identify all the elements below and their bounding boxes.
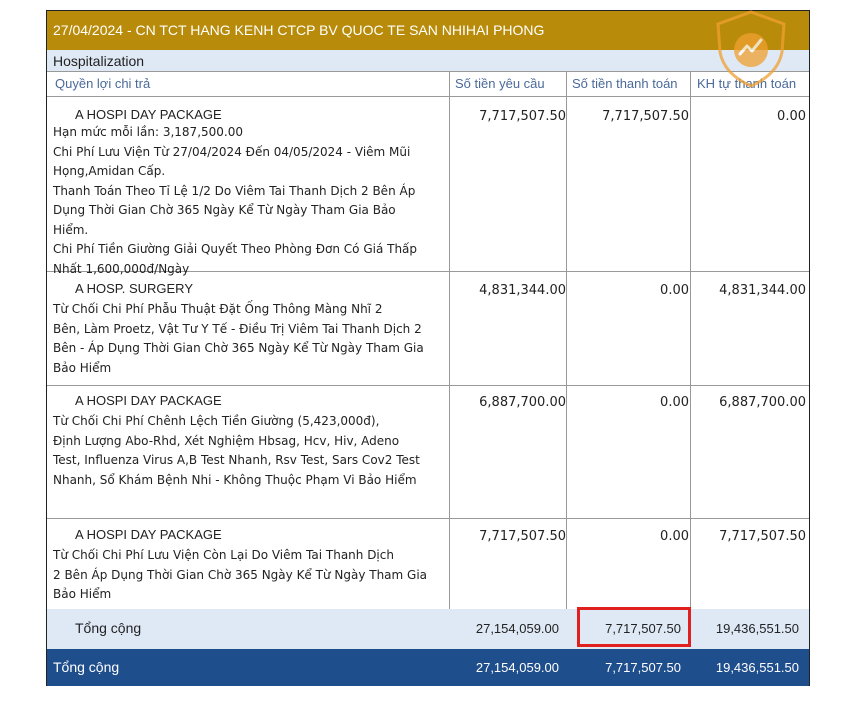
row-requested: 4,831,344.00 — [479, 283, 566, 298]
row-benefit-name: A HOSP. SURGERY — [75, 281, 194, 296]
row-paid: 0.00 — [660, 529, 689, 544]
paid-highlight-box — [577, 607, 691, 647]
grand-total-label: Tổng cộng — [53, 659, 120, 675]
subtotal-label: Tổng cộng — [75, 620, 142, 636]
row-self-paid: 6,887,700.00 — [719, 395, 806, 410]
row-benefit-name: A HOSPI DAY PACKAGE — [75, 107, 222, 122]
subtotal-row: Tổng cộng 27,154,059.00 7,717,507.50 19,… — [47, 609, 809, 649]
row-benefit-name: A HOSPI DAY PACKAGE — [75, 527, 222, 542]
col-divider — [449, 72, 450, 686]
subtotal-requested: 27,154,059.00 — [475, 621, 559, 636]
row-description: Từ Chối Chi Phí Lưu Viện Còn Lại Do Viêm… — [53, 548, 428, 601]
row-divider — [47, 385, 809, 386]
row-requested: 7,717,507.50 — [479, 109, 566, 124]
shield-logo-icon — [716, 10, 786, 88]
row-self-paid: 0.00 — [777, 109, 806, 124]
grand-total-self-paid: 19,436,551.50 — [715, 660, 799, 675]
row-benefit-name: A HOSPI DAY PACKAGE — [75, 393, 222, 408]
row-description: Từ Chối Chi Phí Phẫu Thuật Đặt Ống Thông… — [53, 302, 424, 375]
section-label: Hospitalization — [47, 50, 809, 72]
row-divider — [47, 518, 809, 519]
col-divider — [690, 72, 691, 686]
row-self-paid: 4,831,344.00 — [719, 283, 806, 298]
col-divider — [566, 72, 567, 686]
table-header: Quyền lợi chi trả Số tiền yêu cầu Số tiề… — [47, 72, 809, 97]
col-requested: Số tiền yêu cầu — [455, 76, 545, 91]
claim-title: 27/04/2024 - CN TCT HANG KENH CTCP BV QU… — [47, 11, 809, 50]
col-benefit: Quyền lợi chi trả — [55, 76, 151, 91]
grand-total-requested: 27,154,059.00 — [475, 660, 559, 675]
grand-total-paid: 7,717,507.50 — [605, 660, 681, 675]
row-self-paid: 7,717,507.50 — [719, 529, 806, 544]
claim-table: 27/04/2024 - CN TCT HANG KENH CTCP BV QU… — [46, 10, 810, 686]
row-description: Từ Chối Chi Phí Chênh Lệch Tiền Giường (… — [53, 414, 420, 487]
row-paid: 7,717,507.50 — [602, 109, 689, 124]
row-paid: 0.00 — [660, 395, 689, 410]
row-description: Hạn mức mỗi lần: 3,187,500.00 Chi Phí Lư… — [53, 125, 418, 276]
col-paid: Số tiền thanh toán — [572, 76, 678, 91]
row-requested: 6,887,700.00 — [479, 395, 566, 410]
grand-total-row: Tổng cộng 27,154,059.00 7,717,507.50 19,… — [47, 649, 809, 686]
row-requested: 7,717,507.50 — [479, 529, 566, 544]
row-paid: 0.00 — [660, 283, 689, 298]
subtotal-self-paid: 19,436,551.50 — [715, 621, 799, 636]
